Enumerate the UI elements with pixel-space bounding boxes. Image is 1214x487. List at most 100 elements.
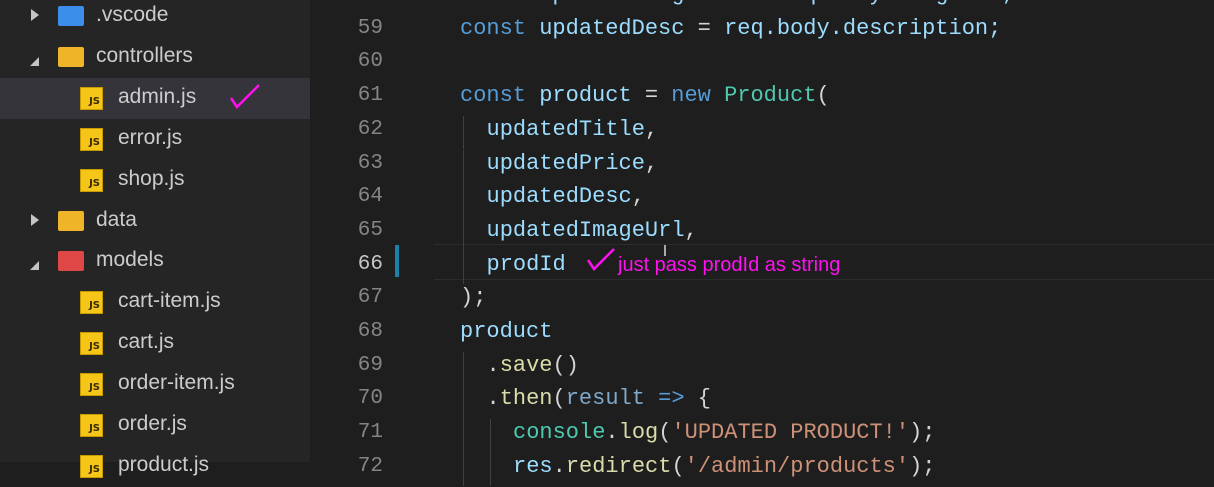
code-token: product [539, 83, 645, 109]
code-token: updatedDesc [539, 15, 698, 41]
folder-item[interactable]: .vscode [0, 0, 310, 37]
code-line: updatedDesc, [487, 184, 645, 209]
code-token: '/admin/products' [684, 453, 910, 479]
chevron-right-icon[interactable] [31, 213, 39, 226]
folder-item[interactable]: controllers [0, 37, 310, 78]
code-token: ); [909, 420, 936, 446]
item-label: order-item.js [118, 371, 235, 395]
line-number: 72 [357, 454, 383, 478]
line-number: 65 [357, 218, 383, 242]
item-label: .vscode [96, 3, 169, 26]
code-token: ( [816, 83, 830, 109]
code-token: req.body.imageUrl; [777, 0, 1015, 7]
line-number: 64 [357, 185, 383, 209]
code-token: updatedImageUrl [539, 0, 750, 7]
line-number: 66 [357, 252, 383, 276]
line-number: 70 [357, 387, 383, 411]
code-token: req.body.description; [724, 15, 1002, 41]
annotation-note: just pass prodId as string [618, 254, 841, 276]
text-cursor-icon [664, 245, 666, 256]
code-token: ( [552, 386, 566, 412]
code-line: updatedPrice, [487, 151, 659, 176]
annotation-checkmark-prodid [586, 248, 615, 271]
file-explorer: .vscode controllers JS admin.js JS error.js JS… [0, 0, 310, 478]
code-line: const updatedImageUrl = req.body.imageUr… [460, 0, 1015, 7]
code-token: ( [658, 420, 672, 446]
folder-item[interactable]: data [0, 201, 310, 242]
indent-guide [463, 452, 464, 487]
code-token: , [684, 217, 698, 243]
file-item[interactable]: JS order-item.js [0, 364, 310, 405]
code-token: , [631, 184, 645, 210]
file-item[interactable]: JS product.js [0, 446, 310, 487]
line-number: 62 [357, 117, 383, 141]
line-number: 59 [357, 16, 383, 40]
vscode-folder-icon [58, 6, 84, 26]
file-item[interactable]: JS admin.js [0, 77, 310, 119]
code-token: Product [724, 83, 817, 109]
code-token: 'UPDATED PRODUCT!' [671, 420, 910, 446]
item-label: cart-item.js [118, 289, 221, 313]
code-token: new [671, 83, 725, 109]
item-label: error.js [118, 125, 183, 149]
controllers-folder-icon [58, 46, 84, 67]
code-line: ); [460, 285, 486, 310]
code-token: redirect [565, 453, 672, 479]
item-label: controllers [96, 43, 193, 67]
js-file-icon: JS [80, 332, 103, 356]
line-number: 63 [357, 151, 383, 175]
code-token: updatedDesc [486, 184, 632, 210]
code-token: . [486, 386, 500, 412]
code-token: ); [909, 453, 936, 479]
line-number: 67 [357, 286, 383, 310]
code-token: prodId [486, 251, 566, 277]
code-line: const product = new Product( [460, 83, 830, 108]
code-token: , [644, 150, 659, 176]
js-file-icon: JS [80, 127, 103, 151]
file-item[interactable]: JS order.js [0, 405, 310, 446]
code-line: prodId [487, 252, 566, 277]
code-line: updatedImageUrl, [487, 218, 698, 243]
code-line: console.log('UPDATED PRODUCT!'); [513, 420, 935, 445]
indent-guide [463, 115, 464, 150]
line-number-gutter: 58 59 60 61 62 63 64 65 66 67 68 69 70 71 72 [310, 0, 400, 478]
code-token: = [750, 0, 776, 7]
item-label: models [96, 248, 164, 272]
indent-guide [463, 216, 464, 251]
js-file-icon: JS [80, 414, 103, 437]
indent-guide [463, 149, 464, 184]
file-item[interactable]: JS cart-item.js [0, 282, 310, 323]
code-token: res [513, 453, 553, 479]
item-label: product.js [118, 452, 210, 476]
code-line: product [460, 319, 552, 344]
line-number: 58 [358, 0, 383, 6]
js-file-icon: JS [80, 168, 103, 192]
chevron-down-icon[interactable] [30, 56, 39, 66]
models-folder-icon [58, 251, 84, 272]
chevron-right-icon[interactable] [31, 9, 39, 21]
chevron-down-icon[interactable] [30, 261, 39, 271]
code-token: { [697, 386, 711, 412]
indent-guide [463, 385, 464, 420]
code-token: . [605, 420, 619, 446]
code-token: () [552, 352, 579, 378]
code-token: , [644, 116, 659, 142]
line-number: 60 [357, 50, 383, 74]
code-token: updatedImageUrl [486, 217, 685, 243]
file-item[interactable]: JS error.js [0, 119, 310, 160]
code-token: log [618, 420, 659, 446]
code-token: updatedTitle [486, 116, 645, 142]
folder-item[interactable]: models [0, 241, 310, 282]
indent-guide [463, 419, 464, 453]
indent-guide [489, 452, 491, 487]
code-token: = [697, 15, 725, 41]
item-label: order.js [118, 412, 187, 435]
file-item[interactable]: JS shop.js [0, 160, 310, 201]
code-token: ); [460, 285, 487, 311]
file-item[interactable]: JS cart.js [0, 323, 310, 364]
indent-guide [463, 183, 464, 217]
indent-guide [489, 419, 491, 453]
js-file-icon: JS [80, 291, 103, 315]
annotation-checkmark-admin [229, 84, 260, 109]
code-token: updatedPrice [486, 150, 645, 176]
